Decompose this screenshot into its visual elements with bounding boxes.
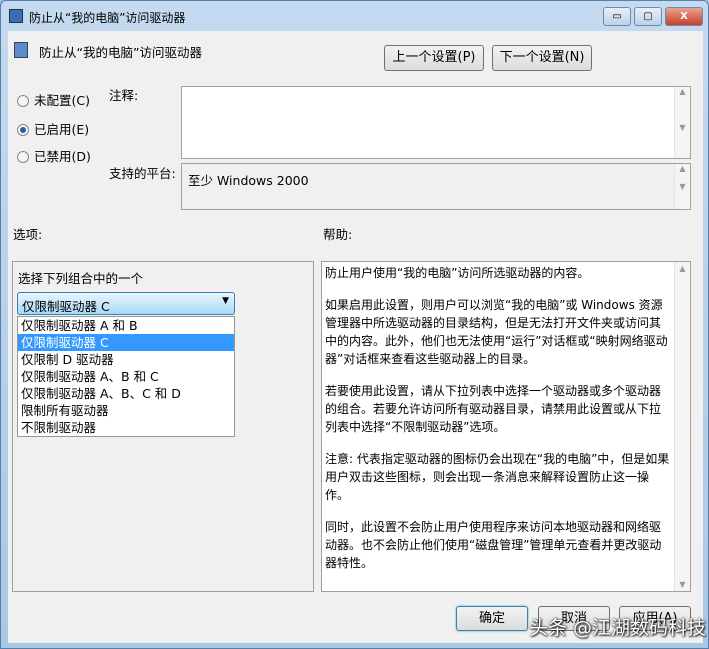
platform-value: 至少 Windows 2000	[188, 173, 309, 188]
help-paragraph: 若要使用此设置，请从下拉列表中选择一个驱动器或多个驱动器的组合。若要允许访问所有…	[325, 384, 662, 434]
dropdown-option[interactable]: 仅限制驱动器 A 和 B	[18, 317, 234, 334]
comment-scrollbar[interactable]: ▲ ▼	[674, 87, 690, 158]
help-paragraph: 注意: 代表指定驱动器的图标仍会出现在“我的电脑”中，但是如果用户双击这些图标，…	[325, 452, 670, 502]
drive-dropdown[interactable]: 仅限制驱动器 C ▼	[17, 292, 235, 315]
watermark: 头条 @江湖数码科技	[529, 617, 707, 639]
platform-scrollbar[interactable]: ▲ ▼	[674, 164, 690, 209]
radio-circle	[17, 151, 29, 163]
help-scrollbar[interactable]: ▲ ▼	[674, 262, 690, 591]
help-text: 防止用户使用“我的电脑”访问所选驱动器的内容。 如果启用此设置，则用户可以浏览“…	[321, 261, 691, 592]
dropdown-option[interactable]: 仅限制驱动器 A、B、C 和 D	[18, 385, 234, 402]
ok-button[interactable]: 确定	[456, 606, 528, 631]
options-prompt: 选择下列组合中的一个	[18, 271, 144, 286]
platform-label: 支持的平台:	[109, 166, 176, 181]
policy-app-icon	[9, 9, 23, 23]
radio-label: 未配置(C)	[34, 93, 90, 108]
minimize-button[interactable]: ▭	[603, 7, 631, 26]
options-panel: 选择下列组合中的一个 仅限制驱动器 C ▼ 仅限制驱动器 A 和 B 仅限制驱动器…	[12, 261, 314, 592]
comment-textarea[interactable]: ▲ ▼	[181, 86, 691, 159]
policy-name: 防止从“我的电脑”访问驱动器	[39, 45, 202, 60]
platform-field: 至少 Windows 2000 ▲ ▼	[181, 163, 691, 210]
help-paragraph: 同时，此设置不会防止用户使用程序来访问本地驱动器和网络驱动器。也不会防止他们使用…	[325, 520, 662, 570]
dropdown-option[interactable]: 不限制驱动器	[18, 419, 234, 436]
dialog-body: 防止从“我的电脑”访问驱动器 上一个设置(P) 下一个设置(N) 未配置(C) …	[8, 31, 703, 643]
dropdown-option[interactable]: 仅限制 D 驱动器	[18, 351, 234, 368]
close-button[interactable]: X	[665, 7, 703, 26]
radio-disabled[interactable]: 已禁用(D)	[17, 146, 91, 165]
dialog-window: 防止从“我的电脑”访问驱动器 ▭ ▢ X 防止从“我的电脑”访问驱动器 上一个设…	[0, 0, 709, 649]
title-bar: 防止从“我的电脑”访问驱动器 ▭ ▢ X	[1, 1, 708, 31]
dropdown-option[interactable]: 限制所有驱动器	[18, 402, 234, 419]
maximize-button[interactable]: ▢	[634, 7, 662, 26]
radio-circle	[17, 95, 29, 107]
next-setting-button[interactable]: 下一个设置(N)	[492, 45, 592, 71]
comment-label: 注释:	[109, 88, 139, 103]
dropdown-option-selected[interactable]: 仅限制驱动器 C	[18, 334, 234, 351]
dropdown-option[interactable]: 仅限制驱动器 A、B 和 C	[18, 368, 234, 385]
dropdown-list: 仅限制驱动器 A 和 B 仅限制驱动器 C 仅限制 D 驱动器 仅限制驱动器 A…	[17, 316, 235, 437]
radio-label: 已启用(E)	[34, 122, 90, 137]
help-paragraph: 如果启用此设置，则用户可以浏览“我的电脑”或 Windows 资源管理器中所选驱…	[325, 298, 668, 366]
help-label: 帮助:	[323, 227, 353, 242]
options-label: 选项:	[13, 227, 43, 242]
window-title: 防止从“我的电脑”访问驱动器	[29, 11, 186, 25]
radio-not-configured[interactable]: 未配置(C)	[17, 90, 90, 109]
policy-setting-icon	[14, 42, 28, 58]
previous-setting-button[interactable]: 上一个设置(P)	[384, 45, 484, 71]
radio-enabled[interactable]: 已启用(E)	[17, 119, 89, 138]
chevron-down-icon: ▼	[222, 296, 229, 306]
radio-label: 已禁用(D)	[34, 149, 91, 164]
dropdown-value: 仅限制驱动器 C	[22, 299, 110, 314]
help-paragraph: 防止用户使用“我的电脑”访问所选驱动器的内容。	[325, 266, 590, 280]
radio-circle	[17, 124, 29, 136]
